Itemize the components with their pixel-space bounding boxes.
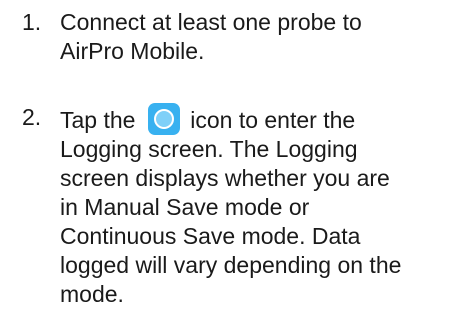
step-line: screen displays whether you are bbox=[60, 165, 390, 191]
step-number: 1. bbox=[22, 9, 42, 35]
step-line: in Manual Save mode or bbox=[60, 194, 310, 220]
step-line: Continuous Save mode. Data bbox=[60, 223, 361, 249]
step-line-before-icon: Tap the bbox=[60, 107, 136, 133]
step-number: 2. bbox=[22, 104, 42, 130]
step-line: Tap the icon to enter the bbox=[60, 103, 452, 135]
logging-circle-icon bbox=[147, 103, 180, 135]
step-line: logged will vary depending on the bbox=[60, 252, 402, 278]
step-line: Logging screen. The Logging bbox=[60, 136, 358, 162]
step-text: Tap the icon to enter the Logging screen… bbox=[60, 103, 452, 309]
step-text: Connect at least one probe to AirPro Mob… bbox=[60, 8, 452, 66]
step-line: mode. bbox=[60, 281, 124, 307]
step-line: Connect at least one probe to bbox=[60, 9, 362, 35]
step-line: AirPro Mobile. bbox=[60, 38, 205, 64]
step-line-after-icon: icon to enter the bbox=[190, 107, 356, 133]
